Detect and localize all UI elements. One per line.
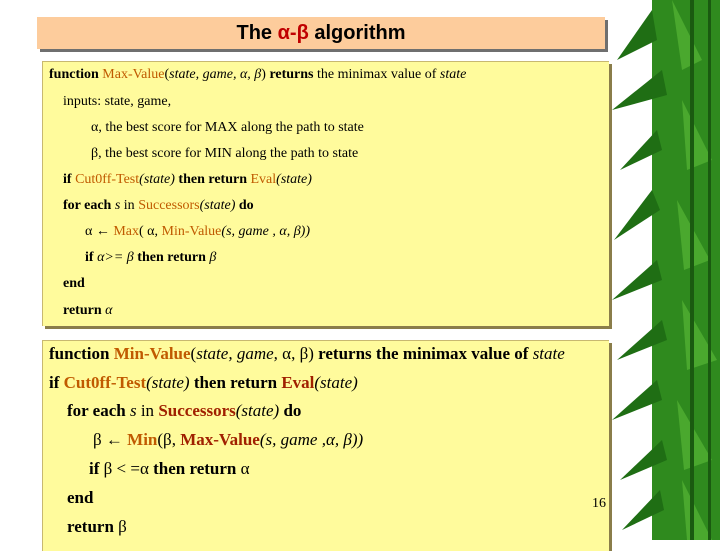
keyword-then-return: then return	[174, 172, 251, 187]
keyword-function: function	[49, 344, 114, 363]
max-value-box: function Max-Value(state, game, α, β) re…	[42, 61, 609, 326]
keyword-for-each: for each	[63, 198, 115, 213]
argument: (state)	[146, 373, 190, 392]
function-min: Min	[127, 430, 158, 449]
argument: (state)	[276, 172, 312, 187]
keyword-in: in	[120, 198, 139, 213]
bamboo-decoration-icon	[612, 0, 720, 540]
argument: (s, game ,α, β))	[259, 430, 364, 449]
keyword-returns: returns the minimax value of	[313, 344, 533, 363]
keyword-do: do	[235, 198, 254, 213]
argument: (s, game , α, β))	[221, 224, 310, 239]
function-cutoff-test: Cut0ff-Test	[63, 373, 147, 392]
keyword-returns: returns	[265, 67, 314, 82]
keyword-return: return	[67, 517, 119, 536]
keyword-if: if	[63, 172, 76, 187]
keyword-then-return: then return	[133, 250, 210, 265]
max-value-signature: function Max-Value(state, game, α, β) re…	[49, 67, 466, 83]
state-word: state	[439, 67, 467, 82]
keyword-for-each: for each	[67, 401, 130, 420]
argument: (β,	[157, 430, 181, 449]
keyword-if: if	[85, 250, 98, 265]
alpha-update-line: α ← Max( α, Min-Value(s, game , α, β))	[85, 224, 310, 240]
page-number: 16	[592, 496, 606, 511]
return-value: α	[240, 459, 250, 478]
function-eval: Eval	[250, 172, 277, 187]
returns-description: the minimax value of	[313, 67, 440, 82]
end-line: end	[63, 276, 85, 291]
variable-s: s	[129, 401, 137, 420]
argument: (state)	[199, 198, 236, 213]
prune-line: if α>= β then return β	[85, 250, 216, 266]
arguments: state, game,	[196, 344, 283, 363]
state-word: state	[532, 344, 565, 363]
function-max-value: Max-Value	[180, 430, 260, 449]
return-value: β	[209, 250, 217, 265]
function-min-value: Min-Value	[161, 224, 222, 239]
return-line: return α	[63, 303, 112, 319]
keyword-return: return	[63, 303, 106, 318]
function-cutoff-test: Cut0ff-Test	[75, 172, 140, 187]
argument: (state)	[235, 401, 280, 420]
for-each-line: for each s in Successors(state) do	[63, 198, 254, 214]
keyword-then-return: then return	[148, 459, 241, 478]
for-each-line: for each s in Successors(state) do	[67, 401, 301, 421]
function-name: Min-Value	[113, 344, 191, 363]
condition: α>= β	[97, 250, 134, 265]
inputs-line: inputs: state, game,	[63, 94, 172, 109]
keyword-if: if	[89, 459, 104, 478]
arguments: state, game, α, β	[169, 67, 262, 82]
function-eval: Eval	[281, 373, 315, 392]
min-value-box: function Min-Value(state, game, α, β) re…	[42, 340, 609, 551]
argument: ( α,	[139, 224, 162, 239]
keyword-then-return: then return	[189, 373, 282, 392]
keyword-in: in	[136, 401, 159, 420]
alpha-beta-args: α, β	[282, 344, 309, 363]
alpha-assign: α ←	[85, 224, 114, 239]
function-max: Max	[113, 224, 140, 239]
beta-description: β, the best score for MIN along the path…	[91, 146, 359, 161]
title-alpha: α	[277, 22, 290, 44]
keyword-function: function	[49, 67, 99, 82]
return-value: β	[118, 517, 127, 536]
return-value: α	[105, 303, 113, 318]
argument: (state)	[314, 373, 358, 392]
condition: β < =α	[103, 459, 149, 478]
alpha-description: α, the best score for MAX along the path…	[91, 120, 364, 135]
cutoff-line: if Cut0ff-Test(state) then return Eval(s…	[63, 172, 312, 188]
cutoff-line: if Cut0ff-Test(state) then return Eval(s…	[49, 373, 358, 393]
prune-line: if β < =α then return α	[89, 459, 250, 479]
beta-update-line: β ← Min(β, Max-Value(s, game ,α, β))	[93, 430, 363, 450]
beta-assign: β ←	[93, 430, 128, 449]
title-beta: β	[296, 22, 309, 44]
slide-title: The α-β algorithm	[37, 17, 605, 49]
title-prefix: The	[236, 22, 278, 44]
keyword-do: do	[279, 401, 302, 420]
function-name: Max-Value	[102, 67, 165, 82]
function-successors: Successors	[158, 401, 236, 420]
return-line: return β	[67, 517, 127, 537]
min-value-signature: function Min-Value(state, game, α, β) re…	[49, 344, 565, 364]
end-line: end	[67, 488, 94, 507]
title-suffix: algorithm	[308, 22, 406, 44]
function-successors: Successors	[138, 198, 200, 213]
keyword-if: if	[49, 373, 64, 392]
argument: (state)	[139, 172, 175, 187]
title-dash: -	[289, 22, 297, 44]
